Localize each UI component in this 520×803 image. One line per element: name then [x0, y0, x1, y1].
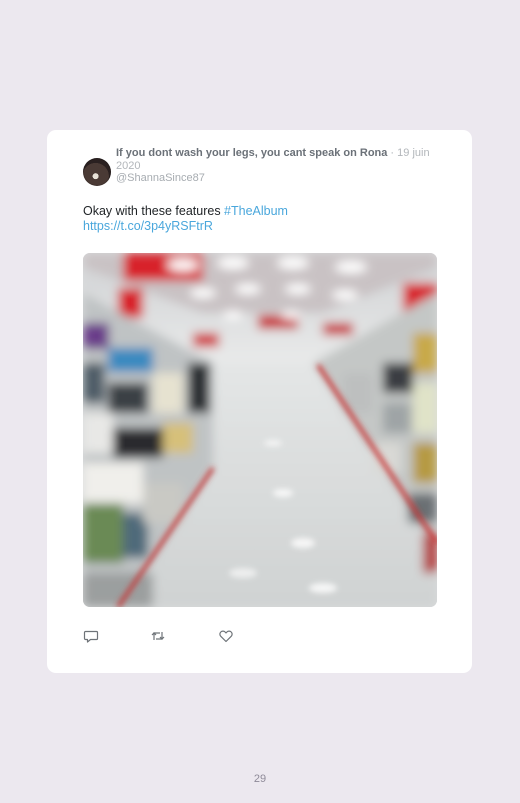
blurred-store-aisle-photo	[83, 253, 437, 607]
author-name[interactable]: If you dont wash your legs, you cant spe…	[116, 147, 387, 159]
retweet-icon[interactable]	[150, 628, 166, 644]
tweet-url-link[interactable]: https://t.co/3p4yRSFtrR	[83, 219, 433, 234]
tweet-media-image[interactable]	[83, 253, 437, 607]
tweet-header: If you dont wash your legs, you cant spe…	[116, 147, 432, 185]
avatar[interactable]	[83, 158, 111, 186]
separator: ·	[387, 147, 398, 159]
heart-icon[interactable]	[218, 628, 234, 644]
tweet-card: If you dont wash your legs, you cant spe…	[47, 130, 472, 673]
hashtag-link[interactable]: #TheAlbum	[224, 204, 288, 218]
tweet-body: Okay with these features	[83, 204, 225, 218]
tweet-text: Okay with these features #TheAlbum https…	[83, 204, 433, 234]
page-number: 29	[253, 773, 267, 785]
author-handle[interactable]: @ShannaSince87	[116, 172, 432, 185]
reply-icon[interactable]	[83, 628, 99, 644]
